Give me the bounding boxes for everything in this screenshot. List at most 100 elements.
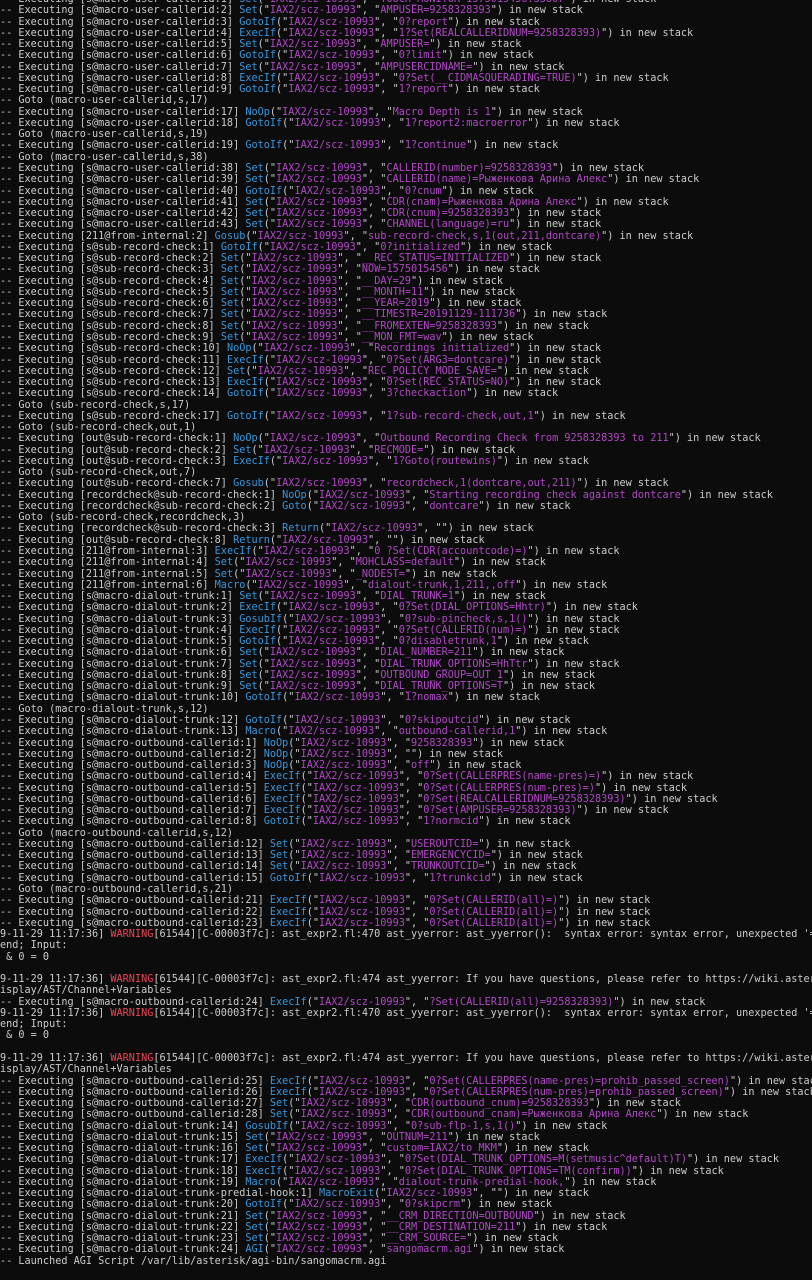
log-text: (" [257,591,270,603]
log-text: ") in new stack [490,872,583,884]
log-text: ", " [356,0,381,5]
log-text: (" [282,185,295,197]
log-text: ", " [380,117,405,129]
log-text: ") in new stack [478,838,571,850]
log-text: ") in new stack [496,365,589,377]
application-name: Set [220,298,240,310]
log-text: (" [276,1176,289,1188]
argument-text: REC_POLICY_MODE_SAVE= [368,365,497,377]
log-text: ", " [398,805,424,817]
log-text: (" [288,1109,301,1121]
log-text: (" [288,748,301,760]
log-line: -- Executing [s@sub-record-check:2] Set(… [0,253,812,264]
log-line: -- Executing [211@from-internal:4] Set("… [0,557,812,568]
log-text: -- Executing [s@macro-user-callerid:19] [0,140,246,152]
log-text: ", " [355,669,381,681]
log-text: (" [288,838,301,850]
log-text: ") in new stack [478,715,571,726]
log-text: (" [239,275,252,287]
log-text: ", " [361,410,387,422]
application-name: Set [269,838,289,850]
log-text: ") in new stack [595,782,688,794]
log-line: -- Executing [s@macro-dialout-trunk:10] … [0,692,812,703]
argument-text: 0?Set(CALLERPRES(num-pres)=prohib_passed… [429,1086,724,1098]
argument-text: AMPUSER= [380,39,430,51]
argument-text: 1?report2:macroerror [404,117,528,129]
log-text: ") in new stack [687,1154,780,1166]
log-text: (" [306,906,319,918]
log-text: -- Executing [s@sub-record-check:3] [0,264,221,276]
log-text: (" [257,681,270,693]
argument-text: IAX2/scz-10993 [245,568,332,580]
log-text: ", " [380,1154,405,1166]
log-text: ") in new stack [423,286,516,298]
log-text: ", " [337,286,362,298]
argument-text: IAX2/scz-10993 [318,917,405,929]
application-name: GotoIf [245,692,283,704]
application-name: GotoIf [263,816,301,828]
log-text: -- Executing [out@sub-record-check:7] [0,478,234,490]
log-text: ", " [398,782,424,794]
log-text: ", " [374,16,399,28]
log-text: -- Goto (sub-record-check,s,17) [0,399,191,411]
log-text: ", " [355,61,381,73]
log-text: -- Executing [s@macro-user-callerid:9] [0,84,240,96]
log-text: (" [269,455,283,467]
argument-text: IAX2/scz-10993 [269,658,356,670]
log-text: -- Executing [s@macro-outbound-callerid:… [0,850,270,862]
log-text: ") in new stack [447,84,540,96]
argument-text: 3?checkaction [386,388,467,400]
argument-text: USEROUTCID= [410,838,479,850]
log-text: (" [257,433,270,445]
argument-text: IAX2/scz-10993 [288,602,375,614]
log-text: -- Goto (sub-record-check,recordcheck,3) [0,512,246,524]
log-text: -- Executing [s@macro-user-callerid:6] [0,50,240,62]
application-name: GotoIf [239,50,277,62]
log-text: ") in new stack [607,174,700,186]
log-text: ", " [361,1143,387,1155]
application-name: Gosub [233,478,264,490]
log-text: ") in new stack [466,388,559,400]
log-text: ") in new stack [558,906,651,918]
log-text: ", " [343,579,369,591]
log-text: ", " [349,546,375,558]
application-name: NoOp [263,760,289,772]
argument-text: 0?Set(REC_STATUS=NO) [386,377,510,389]
argument-text: dialout-trunk-predial-hook, [398,1176,565,1188]
application-name: Set [239,61,258,73]
argument-text: IAX2/scz-10993 [282,106,369,118]
argument-text: OUTNUM=211 [386,1131,448,1143]
argument-text: custom=IAX2/to_MKM [386,1143,497,1155]
argument-text: dialout-trunk,1,211,,off [368,579,516,591]
log-text: -- Executing [s@macro-outbound-callerid:… [0,760,264,772]
log-text: ") in new stack [613,996,706,1008]
argument-text: IAX2/scz-10993 [318,895,405,907]
argument-text: 1?sub-record-check,out,1 [386,410,534,422]
argument-text: sangomacrm.agi [386,1244,473,1256]
log-text: ") in new stack [515,726,608,738]
argument-text: IAX2/scz-10993 [294,1165,381,1177]
log-text: -- Executing [s@macro-dialout-trunk:7] [0,658,240,670]
log-text: ") in new stack [502,681,595,693]
log-text: ") in new stack [472,737,565,749]
log-text: -- Goto (macro-outbound-callerid,s,12) [0,827,234,839]
argument-text: 1?continue [404,140,467,152]
log-text: -- Executing [s@macro-outbound-callerid:… [0,793,264,805]
argument-text: IAX2/scz-10993 [300,760,387,772]
log-text: (" [245,230,258,242]
log-text: (" [233,568,246,580]
log-text: ", " [374,1176,399,1188]
argument-text: off [411,760,430,772]
log-text: ") in new stack [533,410,626,422]
log-text: (" [318,523,332,535]
log-text: ") in new stack [447,692,540,704]
log-text: -- Executing [out@sub-record-check:3] [0,455,234,467]
log-text: -- Executing [s@macro-outbound-callerid:… [0,1109,270,1121]
log-line: -- Executing [s@sub-record-check:5] Set(… [0,287,812,298]
application-name: ExecIf [263,793,301,805]
argument-text: 0?Set(CALLERPRES(name-pres)=) [423,771,602,783]
log-line: -- Executing [s@macro-outbound-callerid:… [0,760,812,771]
log-line: -- Executing [s@macro-dialout-trunk:21] … [0,1211,812,1222]
log-line: -- Executing [s@macro-user-callerid:40] … [0,186,812,197]
argument-text: CALLERID(name)=Рыженкова Арина Алекс [386,174,608,186]
